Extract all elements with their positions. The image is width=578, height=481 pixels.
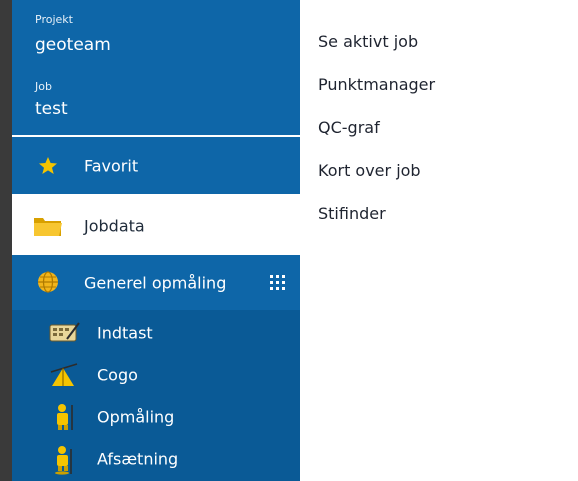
surveyor-icon bbox=[57, 404, 73, 430]
sidebar-item-label: Generel opmåling bbox=[84, 273, 227, 292]
sidebar-item-jobdata[interactable]: Jobdata bbox=[12, 200, 300, 252]
cogo-icon bbox=[50, 363, 78, 386]
submenu-item-label: Opmåling bbox=[97, 407, 175, 427]
sidebar-item-label: Favorit bbox=[84, 156, 139, 175]
project-panel: Projekt geoteam Job test bbox=[12, 0, 300, 135]
menu-item-qc-graf[interactable]: QC-graf bbox=[318, 118, 538, 148]
submenu-item-label: Cogo bbox=[97, 365, 138, 385]
sidebar-item-generel-opmaling[interactable]: Generel opmåling bbox=[12, 255, 300, 310]
menu-item-kort-over-job[interactable]: Kort over job bbox=[318, 161, 538, 191]
submenu-item-afsaetning[interactable]: Afsætning bbox=[12, 439, 300, 479]
globe-icon bbox=[38, 271, 58, 293]
project-label: Projekt bbox=[35, 13, 73, 26]
keypad-pencil-icon bbox=[49, 322, 80, 342]
menu-item-punktmanager[interactable]: Punktmanager bbox=[318, 75, 538, 105]
submenu-item-cogo[interactable]: Cogo bbox=[12, 355, 300, 395]
left-edge bbox=[0, 0, 12, 481]
job-label: Job bbox=[35, 80, 52, 93]
menu-item-stifinder[interactable]: Stifinder bbox=[318, 204, 538, 234]
sidebar-item-label: Jobdata bbox=[84, 216, 145, 236]
submenu: Indtast Cogo Opmåling Afsætning bbox=[12, 310, 300, 481]
stakeout-icon bbox=[55, 446, 72, 475]
submenu-item-label: Indtast bbox=[97, 323, 153, 343]
menu-item-se-aktivt-job[interactable]: Se aktivt job bbox=[318, 32, 538, 62]
submenu-item-indtast[interactable]: Indtast bbox=[12, 313, 300, 353]
grid-menu-icon[interactable] bbox=[270, 275, 286, 291]
job-value[interactable]: test bbox=[35, 99, 68, 119]
sidebar: Projekt geoteam Job test Favorit Jobdata… bbox=[0, 0, 300, 481]
sidebar-item-favorit[interactable]: Favorit bbox=[12, 137, 300, 194]
submenu-item-opmaling[interactable]: Opmåling bbox=[12, 397, 300, 437]
submenu-item-label: Afsætning bbox=[97, 449, 179, 469]
project-value[interactable]: geoteam bbox=[35, 35, 111, 55]
star-icon bbox=[39, 157, 57, 174]
folder-icon bbox=[34, 218, 62, 236]
